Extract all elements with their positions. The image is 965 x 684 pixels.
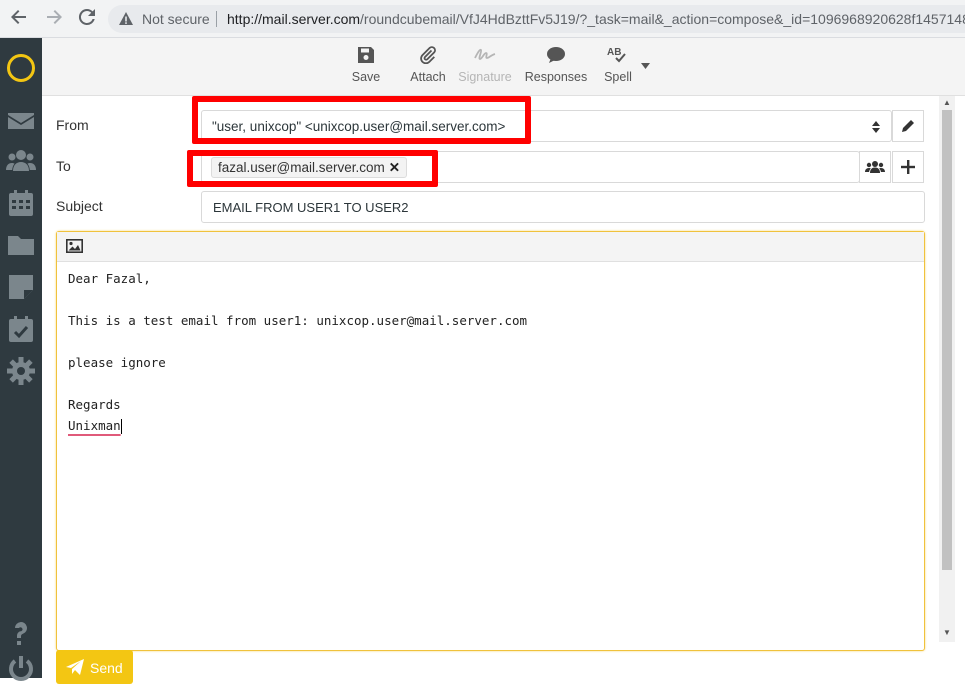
reload-icon[interactable] (76, 8, 98, 30)
svg-text:AB: AB (607, 47, 621, 58)
body-line: Dear Fazal, (68, 271, 151, 286)
mail-icon[interactable] (6, 106, 36, 136)
roundcube-logo[interactable] (7, 54, 35, 82)
app-sidebar (0, 38, 42, 681)
spell-button[interactable]: AB Spell (600, 46, 636, 84)
attach-button[interactable]: Attach (406, 46, 450, 84)
scroll-down-icon[interactable]: ▼ (943, 628, 951, 637)
warning-icon (119, 12, 133, 25)
save-icon (358, 47, 374, 63)
select-arrows-icon (872, 121, 880, 133)
contacts-sidebar-icon[interactable] (6, 146, 36, 176)
body-line: please ignore (68, 355, 166, 370)
scroll-thumb[interactable] (942, 110, 952, 570)
spell-label: Spell (604, 70, 632, 84)
add-contact-button[interactable] (859, 151, 891, 183)
attach-label: Attach (410, 70, 446, 84)
url-separator (216, 11, 217, 27)
add-header-button[interactable] (892, 151, 924, 183)
help-icon[interactable] (6, 618, 36, 648)
url-path: /roundcubemail/VfJ4HdBzttFv5J19/?_task=m… (360, 11, 965, 27)
send-label: Send (90, 660, 123, 676)
compose-toolbar: Save Attach Signature Responses AB Spell (42, 38, 965, 96)
body-line: Regards (68, 397, 121, 412)
send-icon (66, 659, 84, 675)
forward-icon[interactable] (43, 8, 65, 30)
pencil-icon (902, 120, 914, 132)
image-icon[interactable] (66, 239, 83, 253)
message-editor[interactable]: Dear Fazal, This is a test email from us… (56, 231, 925, 651)
message-body[interactable]: Dear Fazal, This is a test email from us… (68, 268, 527, 436)
to-label: To (56, 158, 71, 174)
url-text: http://mail.server.com/roundcubemail/VfJ… (227, 11, 965, 27)
save-label: Save (351, 70, 381, 84)
text-caret (120, 419, 122, 434)
responses-button[interactable]: Responses (522, 46, 590, 84)
spell-icon: AB (607, 47, 626, 63)
edit-identity-button[interactable] (892, 110, 924, 142)
attach-icon (420, 46, 436, 64)
to-highlight-box (187, 150, 438, 187)
address-bar[interactable]: Not secure http://mail.server.com/roundc… (108, 5, 965, 33)
subject-label: Subject (56, 198, 103, 214)
calendar-icon[interactable] (6, 188, 36, 218)
editor-toolbar (57, 232, 924, 262)
body-line (68, 373, 527, 394)
misspelled-word: Unixman (68, 418, 121, 433)
folder-icon[interactable] (6, 230, 36, 260)
notes-icon[interactable] (6, 272, 36, 302)
body-line: This is a test email from user1: unixcop… (68, 313, 528, 328)
responses-icon (547, 47, 565, 63)
signature-label: Signature (458, 70, 512, 84)
body-line-signature: Unixman (68, 415, 527, 436)
body-line (68, 331, 527, 352)
logout-icon[interactable] (6, 654, 36, 684)
security-label: Not secure (142, 11, 210, 27)
body-line (68, 289, 527, 310)
spell-dropdown-icon[interactable] (641, 63, 650, 69)
contacts-icon (865, 161, 885, 173)
browser-toolbar: Not secure http://mail.server.com/roundc… (0, 0, 965, 38)
signature-icon (474, 48, 496, 60)
subject-value: EMAIL FROM USER1 TO USER2 (213, 200, 409, 215)
from-highlight-box (192, 96, 531, 144)
tasks-icon[interactable] (6, 314, 36, 344)
from-label: From (56, 117, 89, 133)
subject-input[interactable]: EMAIL FROM USER1 TO USER2 (201, 191, 925, 223)
save-button[interactable]: Save (350, 46, 382, 84)
settings-icon[interactable] (6, 356, 36, 386)
back-icon[interactable] (8, 8, 30, 30)
page-scrollbar[interactable]: ▲ ▼ (939, 96, 955, 642)
plus-icon (901, 160, 915, 174)
send-button[interactable]: Send (56, 650, 133, 684)
scroll-up-icon[interactable]: ▲ (943, 98, 951, 107)
url-host: http://mail.server.com (227, 11, 361, 27)
signature-button[interactable]: Signature (456, 46, 514, 84)
responses-label: Responses (524, 70, 588, 84)
